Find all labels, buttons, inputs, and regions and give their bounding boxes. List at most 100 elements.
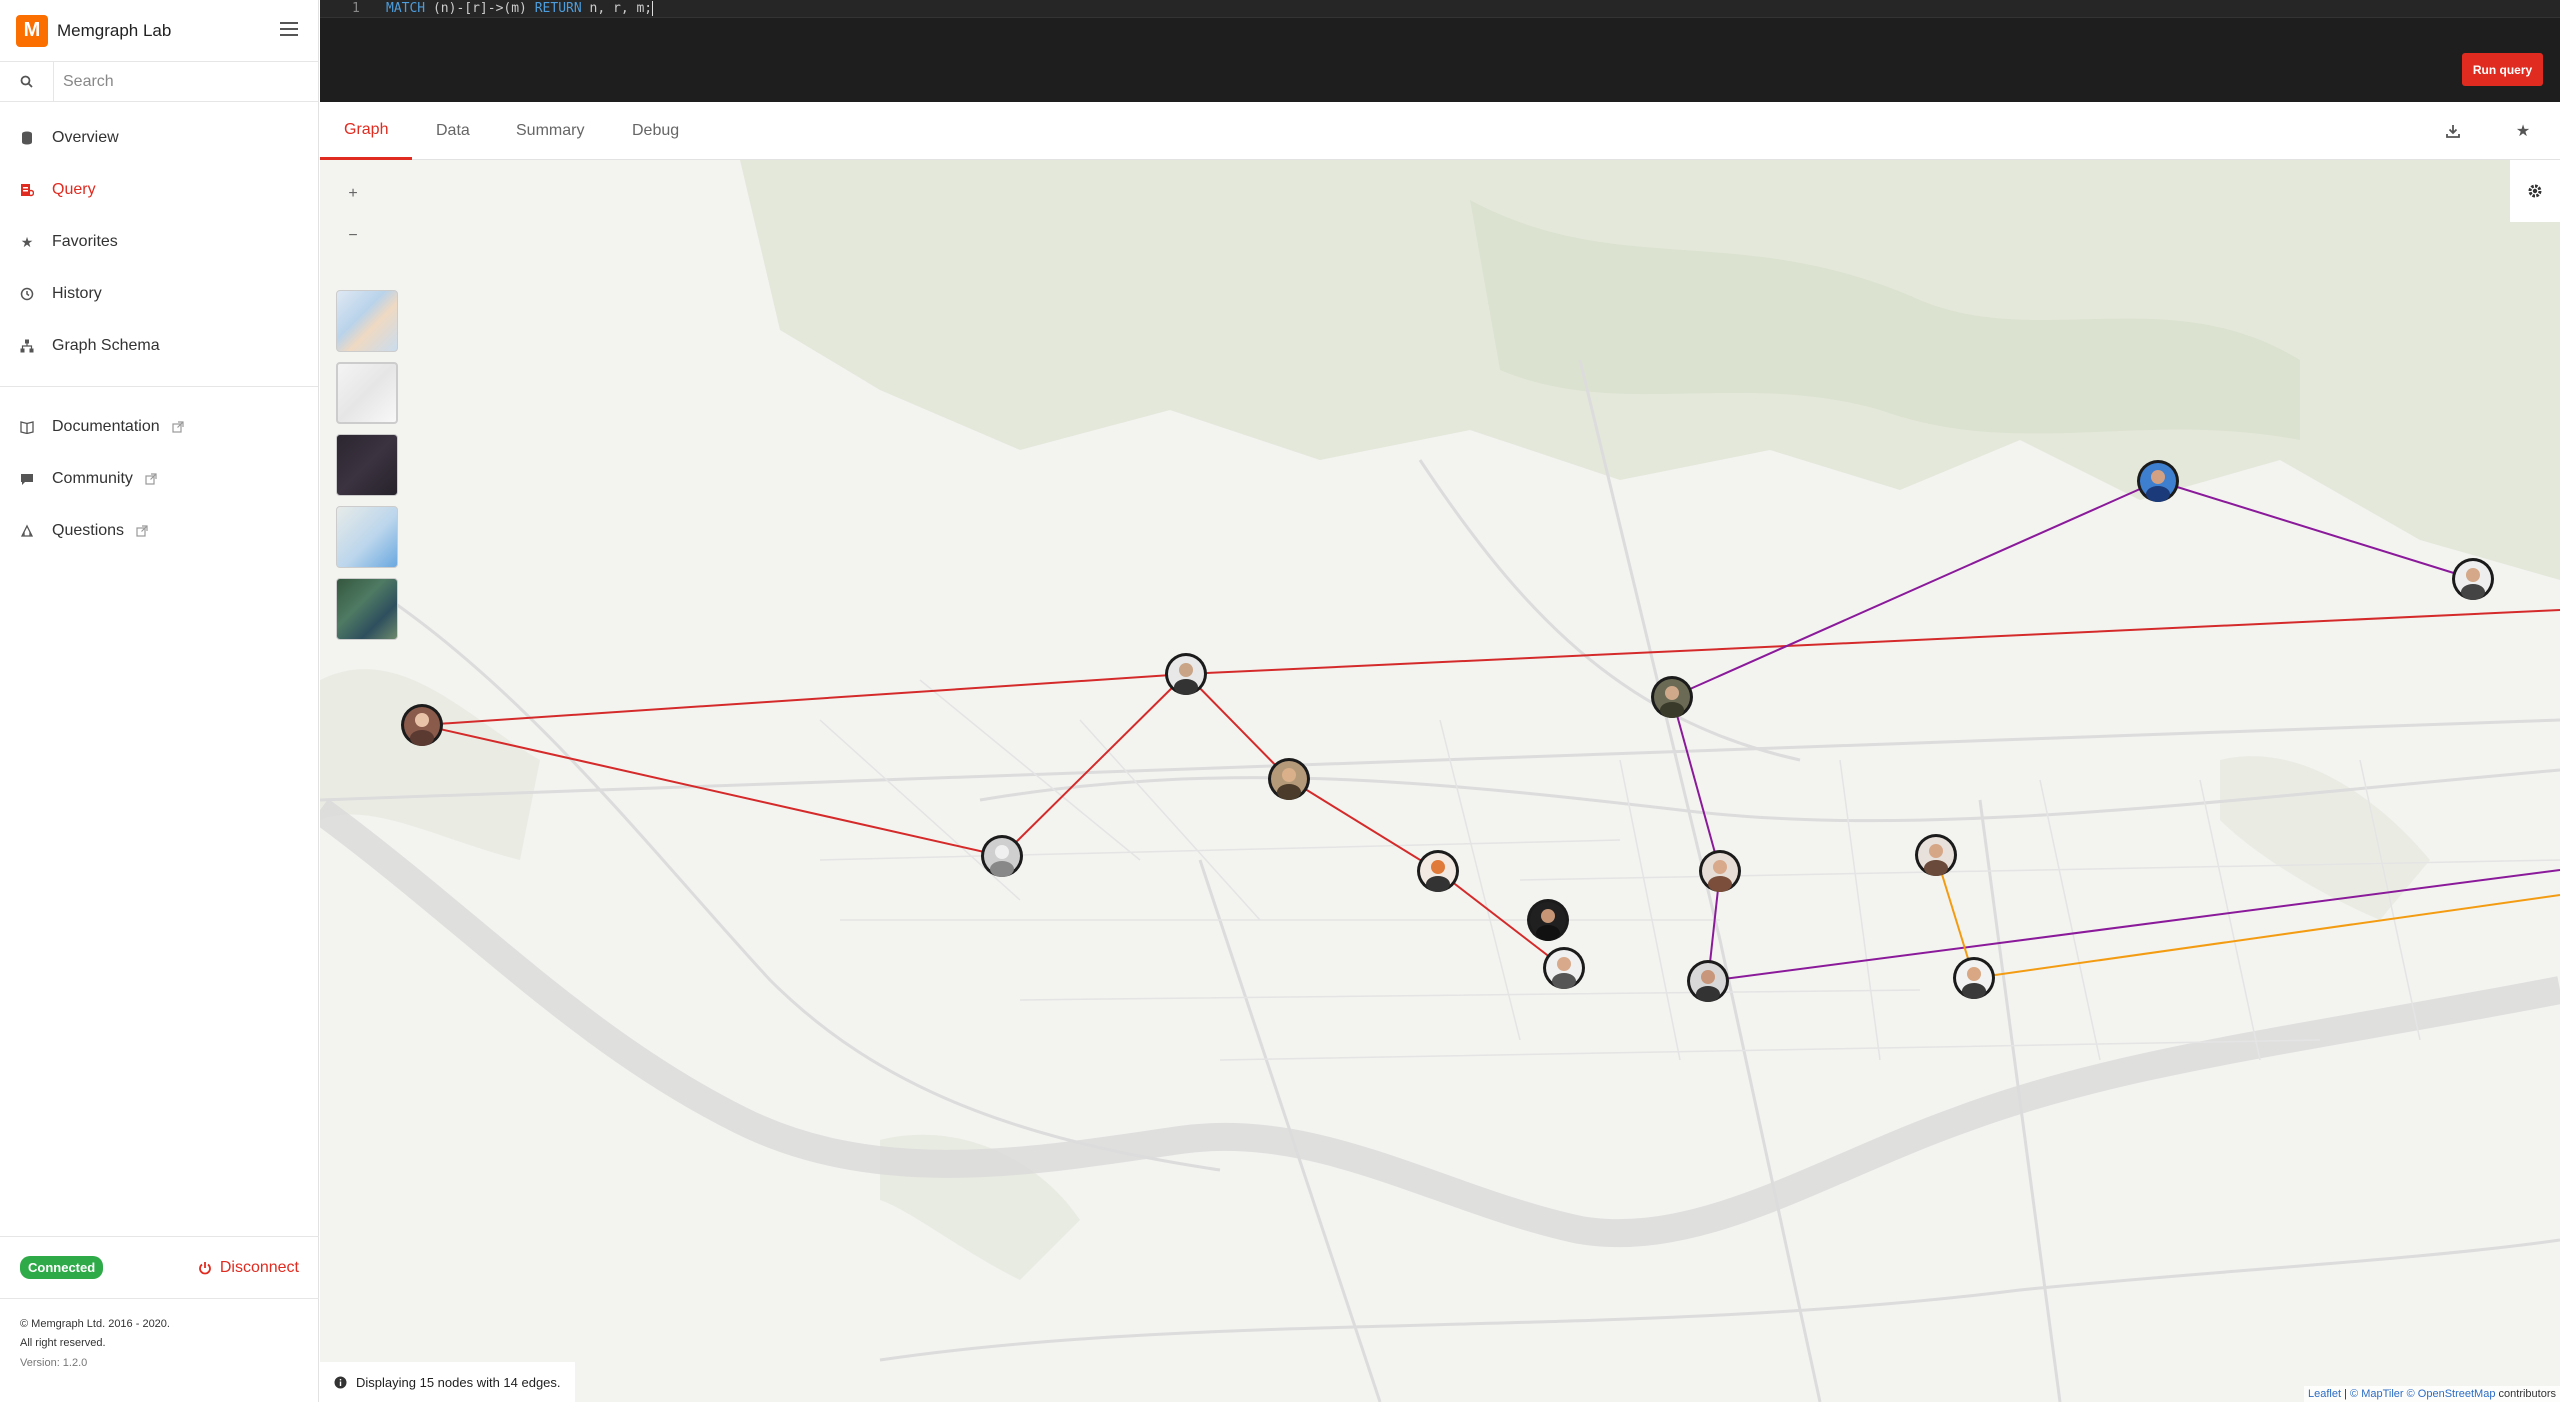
nav-label: History xyxy=(52,285,102,302)
run-query-button[interactable]: Run query xyxy=(2462,53,2543,86)
map-style-dark[interactable] xyxy=(336,434,398,496)
zoom-control: + − xyxy=(338,180,368,250)
nav-item-questions[interactable]: Questions xyxy=(0,505,318,557)
search-icon xyxy=(0,61,54,102)
graph-node[interactable] xyxy=(1268,758,1310,800)
sidebar: M Memgraph Lab Overview Query ★ Favorite… xyxy=(0,0,319,1402)
app-title: Memgraph Lab xyxy=(57,20,172,40)
map-style-topo[interactable] xyxy=(336,506,398,568)
query-text[interactable]: MATCH (n)-[r]->(m) RETURN n, r, m;​ xyxy=(386,0,654,18)
keyword-match: MATCH xyxy=(386,1,426,16)
main-nav: Overview Query ★ Favorites History Graph… xyxy=(0,102,318,557)
tab-graph[interactable]: Graph xyxy=(320,102,413,160)
tab-data[interactable]: Data xyxy=(412,102,494,160)
star-icon: ★ xyxy=(20,233,34,250)
graph-info-text: Displaying 15 nodes with 14 edges. xyxy=(356,1374,561,1390)
version-text: Version: 1.2.0 xyxy=(20,1357,88,1369)
nav-label: Favorites xyxy=(52,233,118,250)
nav-item-overview[interactable]: Overview xyxy=(0,112,318,164)
attribution-tail: contributors xyxy=(2495,1388,2556,1400)
menu-toggle-icon[interactable] xyxy=(280,22,298,36)
sidebar-header: M Memgraph Lab xyxy=(0,0,318,62)
map-attribution: Leaflet | © MapTiler © OpenStreetMap con… xyxy=(2304,1386,2560,1402)
attribution-separator: | xyxy=(2341,1388,2351,1400)
graph-node[interactable] xyxy=(401,704,443,746)
copyright-line: © Memgraph Ltd. 2016 - 2020. xyxy=(20,1318,170,1330)
map-style-light[interactable] xyxy=(336,362,398,424)
graph-info-bar: Displaying 15 nodes with 14 edges. xyxy=(320,1362,575,1402)
nav-item-query[interactable]: Query xyxy=(0,164,318,216)
connection-status-row: Connected Disconnect xyxy=(0,1237,319,1299)
query-editor[interactable]: 1 MATCH (n)-[r]->(m) RETURN n, r, m;​ Ru… xyxy=(320,0,2560,102)
copyright-line: All right reserved. xyxy=(20,1337,106,1349)
info-icon xyxy=(334,1376,347,1388)
graph-map-view[interactable]: + − Displaying 15 nodes with 14 edges. L… xyxy=(320,160,2560,1402)
tab-debug[interactable]: Debug xyxy=(608,102,703,160)
map-style-selector xyxy=(336,290,398,650)
zoom-out-button[interactable]: − xyxy=(338,222,368,250)
graph-node[interactable] xyxy=(1651,676,1693,718)
chat-icon xyxy=(20,472,34,486)
map-canvas[interactable] xyxy=(320,160,2560,1402)
editor-line[interactable]: 1 MATCH (n)-[r]->(m) RETURN n, r, m;​ xyxy=(320,0,2560,18)
history-icon xyxy=(20,287,34,301)
graph-node[interactable] xyxy=(2137,460,2179,502)
sidebar-search xyxy=(0,61,318,102)
graph-node[interactable] xyxy=(1543,947,1585,989)
database-icon xyxy=(20,131,34,145)
graph-node[interactable] xyxy=(1527,899,1569,941)
nav-label: Query xyxy=(52,181,96,198)
external-link-icon xyxy=(172,421,184,433)
map-style-streets[interactable] xyxy=(336,290,398,352)
memgraph-logo[interactable]: M xyxy=(16,14,48,47)
nav-divider xyxy=(0,386,318,387)
map-style-satellite[interactable] xyxy=(336,578,398,640)
status-badge: Connected xyxy=(20,1256,104,1279)
text-cursor: ​ xyxy=(652,1,654,16)
external-link-icon xyxy=(136,525,148,537)
query-return-items: n, r, m; xyxy=(581,1,653,16)
graph-node[interactable] xyxy=(1699,850,1741,892)
question-icon xyxy=(20,524,34,538)
nav-item-documentation[interactable]: Documentation xyxy=(0,401,318,453)
nav-label: Questions xyxy=(52,522,125,539)
nav-label: Overview xyxy=(52,129,119,146)
search-input[interactable] xyxy=(54,72,304,91)
graph-node[interactable] xyxy=(1687,960,1729,1002)
graph-node[interactable] xyxy=(981,835,1023,877)
nav-item-favorites[interactable]: ★ Favorites xyxy=(0,216,318,268)
graph-node[interactable] xyxy=(1953,957,1995,999)
schema-icon xyxy=(20,339,34,353)
gear-icon xyxy=(2528,184,2542,198)
graph-node[interactable] xyxy=(2452,558,2494,600)
keyword-return: RETURN xyxy=(534,1,582,16)
disconnect-button[interactable]: Disconnect xyxy=(198,1259,299,1277)
osm-link[interactable]: © OpenStreetMap xyxy=(2407,1388,2496,1400)
tab-summary[interactable]: Summary xyxy=(492,102,608,160)
power-icon xyxy=(198,1261,211,1274)
result-tabs: Graph Data Summary Debug ★ xyxy=(320,102,2560,160)
nav-item-graph-schema[interactable]: Graph Schema xyxy=(0,320,318,372)
nav-label: Documentation xyxy=(52,418,160,435)
graph-node[interactable] xyxy=(1165,653,1207,695)
disconnect-label: Disconnect xyxy=(219,1258,299,1276)
nav-item-history[interactable]: History xyxy=(0,268,318,320)
nav-item-community[interactable]: Community xyxy=(0,453,318,505)
sidebar-footer: Connected Disconnect © Memgraph Ltd. 201… xyxy=(0,1236,319,1402)
line-number: 1 xyxy=(352,1,360,16)
external-link-icon xyxy=(145,473,157,485)
graph-node[interactable] xyxy=(1417,850,1459,892)
graph-node[interactable] xyxy=(1915,834,1957,876)
zoom-in-button[interactable]: + xyxy=(338,180,368,208)
favorite-star-icon[interactable]: ★ xyxy=(2514,122,2532,140)
maptiler-link[interactable]: © MapTiler xyxy=(2350,1388,2404,1400)
download-icon[interactable] xyxy=(2444,122,2462,140)
graph-settings-button[interactable] xyxy=(2510,160,2560,222)
query-pattern: (n)-[r]->(m) xyxy=(425,1,535,16)
nav-label: Community xyxy=(52,470,133,487)
leaflet-link[interactable]: Leaflet xyxy=(2308,1388,2341,1400)
book-icon xyxy=(20,420,34,434)
copyright: © Memgraph Ltd. 2016 - 2020. All right r… xyxy=(0,1299,319,1353)
query-icon xyxy=(20,183,34,197)
nav-label: Graph Schema xyxy=(52,337,160,354)
